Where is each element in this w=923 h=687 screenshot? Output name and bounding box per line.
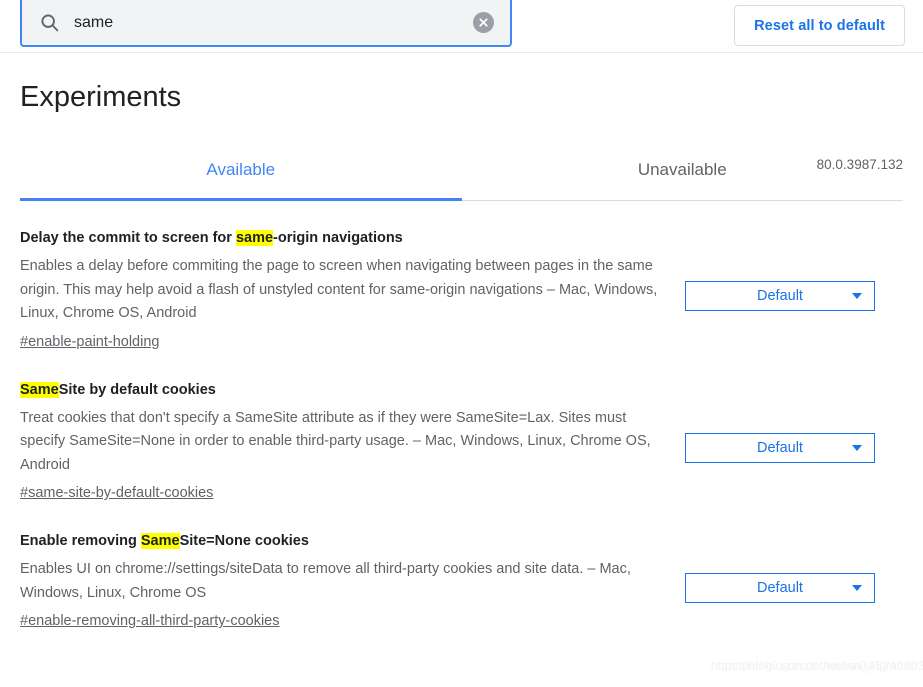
experiment-text: SameSite by default cookies Treat cookie… bbox=[20, 381, 685, 503]
experiment-row: Enable removing SameSite=None cookies En… bbox=[20, 532, 903, 630]
experiment-control: Default bbox=[685, 229, 875, 311]
experiment-title-after: -origin navigations bbox=[273, 230, 403, 246]
watermark: https://blog.csdn.net/weixin_45249303htt… bbox=[711, 658, 917, 673]
chevron-down-icon bbox=[852, 293, 862, 299]
search-match-highlight: same bbox=[236, 230, 273, 246]
search-match-highlight: Same bbox=[20, 382, 59, 398]
page-title: Experiments bbox=[20, 83, 181, 112]
active-tab-indicator bbox=[20, 198, 462, 201]
search-field-container[interactable] bbox=[20, 0, 512, 47]
tab-available[interactable]: Available bbox=[20, 146, 462, 200]
reset-all-to-default-button[interactable]: Reset all to default bbox=[734, 5, 905, 46]
experiment-state-select[interactable]: Default bbox=[685, 281, 875, 311]
experiment-title: Enable removing SameSite=None cookies bbox=[20, 532, 671, 550]
experiment-title-before: Enable removing bbox=[20, 533, 141, 549]
experiment-text: Enable removing SameSite=None cookies En… bbox=[20, 532, 685, 630]
experiment-title-before: Delay the commit to screen for bbox=[20, 230, 236, 246]
search-icon bbox=[38, 12, 60, 34]
watermark-line-a: https://blog.csdn.net/weixin_45249303 bbox=[711, 658, 923, 673]
chevron-down-icon bbox=[852, 445, 862, 451]
experiment-title: SameSite by default cookies bbox=[20, 381, 671, 399]
experiment-title-after: Site=None cookies bbox=[180, 533, 309, 549]
experiment-row: Delay the commit to screen for same-orig… bbox=[20, 229, 903, 351]
tab-bar: Available Unavailable bbox=[20, 146, 903, 201]
experiment-description: Enables UI on chrome://settings/siteData… bbox=[20, 558, 671, 605]
experiment-text: Delay the commit to screen for same-orig… bbox=[20, 229, 685, 351]
experiment-row: SameSite by default cookies Treat cookie… bbox=[20, 381, 903, 503]
title-row: Experiments 80.0.3987.132 bbox=[0, 53, 923, 146]
experiment-control: Default bbox=[685, 532, 875, 603]
experiment-description: Enables a delay before commiting the pag… bbox=[20, 255, 671, 325]
clear-search-button[interactable] bbox=[473, 12, 494, 33]
header-bar: Reset all to default bbox=[0, 0, 923, 53]
tab-available-label: Available bbox=[206, 160, 275, 180]
experiment-permalink[interactable]: #enable-removing-all-third-party-cookies bbox=[20, 613, 280, 629]
experiment-state-select[interactable]: Default bbox=[685, 573, 875, 603]
experiment-state-select[interactable]: Default bbox=[685, 433, 875, 463]
chevron-down-icon bbox=[852, 585, 862, 591]
experiment-state-value: Default bbox=[757, 440, 803, 456]
experiments-list: Delay the commit to screen for same-orig… bbox=[0, 201, 923, 630]
experiment-state-value: Default bbox=[757, 288, 803, 304]
experiment-control: Default bbox=[685, 381, 875, 463]
tab-unavailable[interactable]: Unavailable bbox=[462, 146, 904, 200]
experiment-state-value: Default bbox=[757, 580, 803, 596]
search-input[interactable] bbox=[60, 9, 473, 37]
search-match-highlight: Same bbox=[141, 533, 180, 549]
experiment-permalink[interactable]: #same-site-by-default-cookies bbox=[20, 485, 213, 501]
watermark-line-b: https://blog.csdn.net/walkingmanc bbox=[728, 658, 917, 673]
tab-unavailable-label: Unavailable bbox=[638, 160, 727, 180]
experiment-title: Delay the commit to screen for same-orig… bbox=[20, 229, 671, 247]
close-icon bbox=[477, 16, 490, 29]
experiment-description: Treat cookies that don't specify a SameS… bbox=[20, 407, 671, 477]
experiment-permalink[interactable]: #enable-paint-holding bbox=[20, 334, 159, 350]
experiment-title-after: Site by default cookies bbox=[59, 382, 216, 398]
